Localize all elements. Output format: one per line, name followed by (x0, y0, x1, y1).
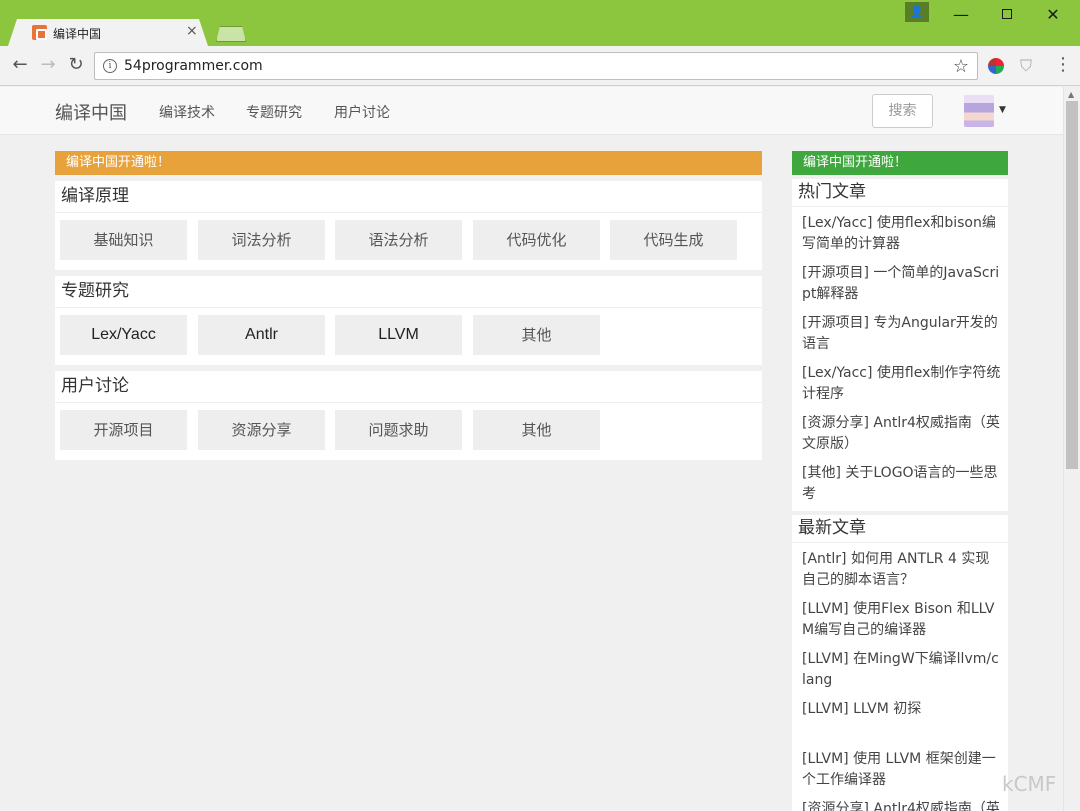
close-window-button[interactable]: ✕ (1030, 0, 1076, 30)
category-button-row: 基础知识 词法分析 语法分析 代码优化 代码生成 (55, 213, 762, 270)
chevron-down-icon[interactable]: ▼ (999, 105, 1006, 115)
main-content: 编译中国开通啦！ 编译原理 基础知识 词法分析 语法分析 代码优化 代码生成 专… (55, 151, 762, 460)
article-link[interactable]: [LLVM] 在MingW下编译llvm/clang (792, 643, 1008, 693)
section-topics: 专题研究 Lex/Yacc Antlr LLVM 其他 (55, 276, 762, 365)
category-button-row: 开源项目 资源分享 问题求助 其他 (55, 403, 762, 460)
article-link[interactable]: [其他] 关于LOGO语言的一些思考 (792, 457, 1008, 507)
category-button[interactable]: 问题求助 (335, 410, 462, 450)
browser-tab[interactable]: 编译中国 × (8, 19, 208, 46)
category-button[interactable]: 代码优化 (473, 220, 600, 260)
minimize-button[interactable]: — (938, 0, 984, 30)
article-link[interactable]: [Lex/Yacc] 使用flex和bison编写简单的计算器 (792, 207, 1008, 257)
forward-button[interactable]: → (36, 53, 60, 77)
category-button-row: Lex/Yacc Antlr LLVM 其他 (55, 308, 762, 365)
watermark-text: kCMF (1002, 772, 1057, 796)
scroll-up-arrow-icon[interactable]: ▲ (1068, 90, 1074, 99)
extension-icon[interactable] (988, 58, 1004, 74)
site-info-icon[interactable]: i (103, 59, 117, 73)
category-button[interactable]: 代码生成 (610, 220, 737, 260)
article-link[interactable]: [开源项目] 一个简单的JavaScript解释器 (792, 257, 1008, 307)
category-button[interactable]: 资源分享 (198, 410, 325, 450)
url-text[interactable]: 54programmer.com (124, 58, 263, 74)
article-link[interactable]: [LLVM] LLVM 初探 (792, 693, 1008, 743)
announcement-banner: 编译中国开通啦！ (55, 151, 762, 175)
site-brand[interactable]: 编译中国 (55, 99, 127, 125)
shield-extension-icon[interactable]: ⛉ (1020, 56, 1032, 76)
category-button[interactable]: Antlr (198, 315, 325, 355)
category-button[interactable]: 开源项目 (60, 410, 187, 450)
scrollbar-thumb[interactable] (1066, 101, 1078, 469)
page-scrollbar[interactable]: ▲ (1063, 87, 1080, 811)
nav-link-topics[interactable]: 专题研究 (246, 102, 302, 122)
section-compiler-principles: 编译原理 基础知识 词法分析 语法分析 代码优化 代码生成 (55, 181, 762, 270)
category-button[interactable]: 其他 (473, 315, 600, 355)
browser-titlebar: 编译中国 × 👤 — ✕ (0, 0, 1080, 46)
hot-articles-panel: 热门文章 [Lex/Yacc] 使用flex和bison编写简单的计算器 [开源… (792, 179, 1008, 511)
latest-articles-panel: 最新文章 [Antlr] 如何用 ANTLR 4 实现自己的脚本语言？ [LLV… (792, 515, 1008, 811)
new-tab-button[interactable] (216, 26, 246, 42)
search-input[interactable]: 搜索 (872, 94, 933, 128)
section-title: 用户讨论 (55, 371, 762, 403)
hot-articles-title: 热门文章 (792, 179, 1008, 207)
category-button[interactable]: 词法分析 (198, 220, 325, 260)
section-title: 专题研究 (55, 276, 762, 308)
site-header: 编译中国 编译技术 专题研究 用户讨论 搜索 ▼ (0, 87, 1063, 135)
site-favicon-icon (32, 25, 47, 40)
category-button[interactable]: 语法分析 (335, 220, 462, 260)
user-profile-icon[interactable]: 👤 (905, 2, 929, 22)
latest-articles-title: 最新文章 (792, 515, 1008, 543)
tab-close-icon[interactable]: × (186, 23, 198, 39)
nav-link-discussion[interactable]: 用户讨论 (334, 102, 390, 122)
back-button[interactable]: ← (8, 53, 32, 77)
maximize-icon (1002, 9, 1012, 19)
article-link[interactable]: [Lex/Yacc] 使用flex制作字符统计程序 (792, 357, 1008, 407)
category-button[interactable]: 其他 (473, 410, 600, 450)
article-link[interactable]: [资源分享] Antlr4权威指南（英文原版） (792, 793, 1008, 811)
user-avatar[interactable] (964, 95, 994, 127)
article-link[interactable]: [资源分享] Antlr4权威指南（英文原版） (792, 407, 1008, 457)
browser-toolbar: ← → ↻ i 54programmer.com ☆ ⛉ ⋮ (0, 46, 1080, 86)
reload-button[interactable]: ↻ (64, 53, 88, 77)
article-link[interactable]: [开源项目] 专为Angular开发的语言 (792, 307, 1008, 357)
article-link[interactable]: [Antlr] 如何用 ANTLR 4 实现自己的脚本语言？ (792, 543, 1008, 593)
category-button[interactable]: 基础知识 (60, 220, 187, 260)
tab-title: 编译中国 (53, 27, 102, 41)
maximize-button[interactable] (984, 0, 1030, 30)
browser-menu-icon[interactable]: ⋮ (1054, 54, 1072, 75)
section-user-discussion: 用户讨论 开源项目 资源分享 问题求助 其他 (55, 371, 762, 460)
sidebar: 编译中国开通啦！ 热门文章 [Lex/Yacc] 使用flex和bison编写简… (792, 151, 1008, 811)
bookmark-star-icon[interactable]: ☆ (953, 56, 969, 77)
sidebar-announcement-banner: 编译中国开通啦！ (792, 151, 1008, 175)
nav-link-compile-tech[interactable]: 编译技术 (159, 102, 215, 122)
category-button[interactable]: Lex/Yacc (60, 315, 187, 355)
article-link[interactable]: [LLVM] 使用Flex Bison 和LLVM编写自己的编译器 (792, 593, 1008, 643)
section-title: 编译原理 (55, 181, 762, 213)
article-link[interactable]: [LLVM] 使用 LLVM 框架创建一个工作编译器 (792, 743, 1008, 793)
address-bar[interactable]: i 54programmer.com ☆ (94, 52, 978, 80)
category-button[interactable]: LLVM (335, 315, 462, 355)
